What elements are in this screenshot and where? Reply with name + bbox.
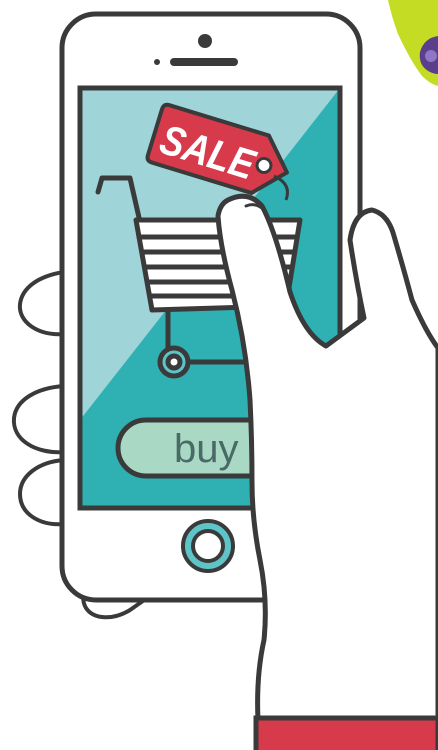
illustration: SALE buy (11, 0, 438, 750)
home-button-icon[interactable] (181, 519, 235, 573)
camera-icon (198, 34, 212, 48)
speaker-icon (170, 58, 238, 66)
toy-corner (388, 0, 438, 86)
buy-button-label: buy (174, 427, 239, 471)
sleeve-cuff (253, 715, 438, 750)
